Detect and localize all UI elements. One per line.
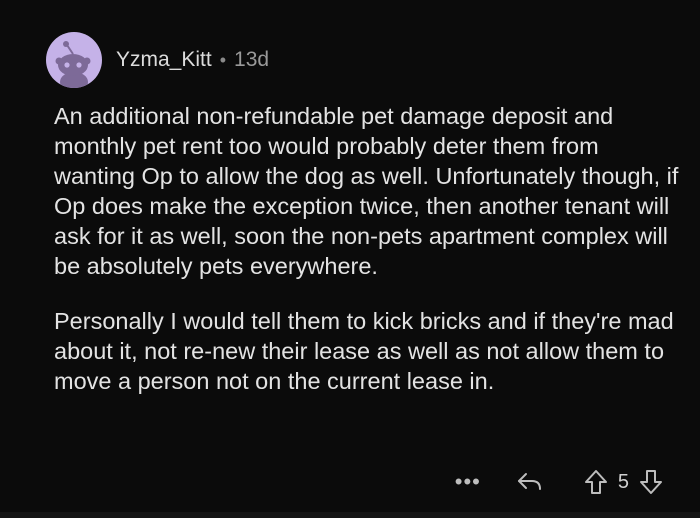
- comment-paragraph: Personally I would tell them to kick bri…: [54, 308, 674, 394]
- avatar[interactable]: [46, 32, 102, 88]
- author-name[interactable]: Yzma_Kitt: [116, 48, 212, 72]
- comment-age: 13d: [234, 48, 270, 71]
- vote-score: 5: [617, 470, 629, 493]
- avatar-snoo-icon: [55, 41, 91, 88]
- upvote-icon[interactable]: [583, 468, 609, 496]
- reply-icon[interactable]: [515, 469, 545, 495]
- downvote-icon[interactable]: [638, 468, 664, 496]
- comment-paragraph: An additional non-refundable pet damage …: [54, 103, 679, 279]
- comment-actions: ••• 5: [455, 462, 664, 502]
- comment-header: Yzma_Kitt • 13d: [46, 32, 269, 88]
- more-icon[interactable]: •••: [455, 469, 481, 495]
- separator-dot: •: [219, 49, 227, 70]
- comment: Yzma_Kitt • 13d An additional non-refund…: [0, 0, 700, 518]
- comment-body: An additional non-refundable pet damage …: [54, 101, 684, 396]
- divider: [0, 512, 700, 518]
